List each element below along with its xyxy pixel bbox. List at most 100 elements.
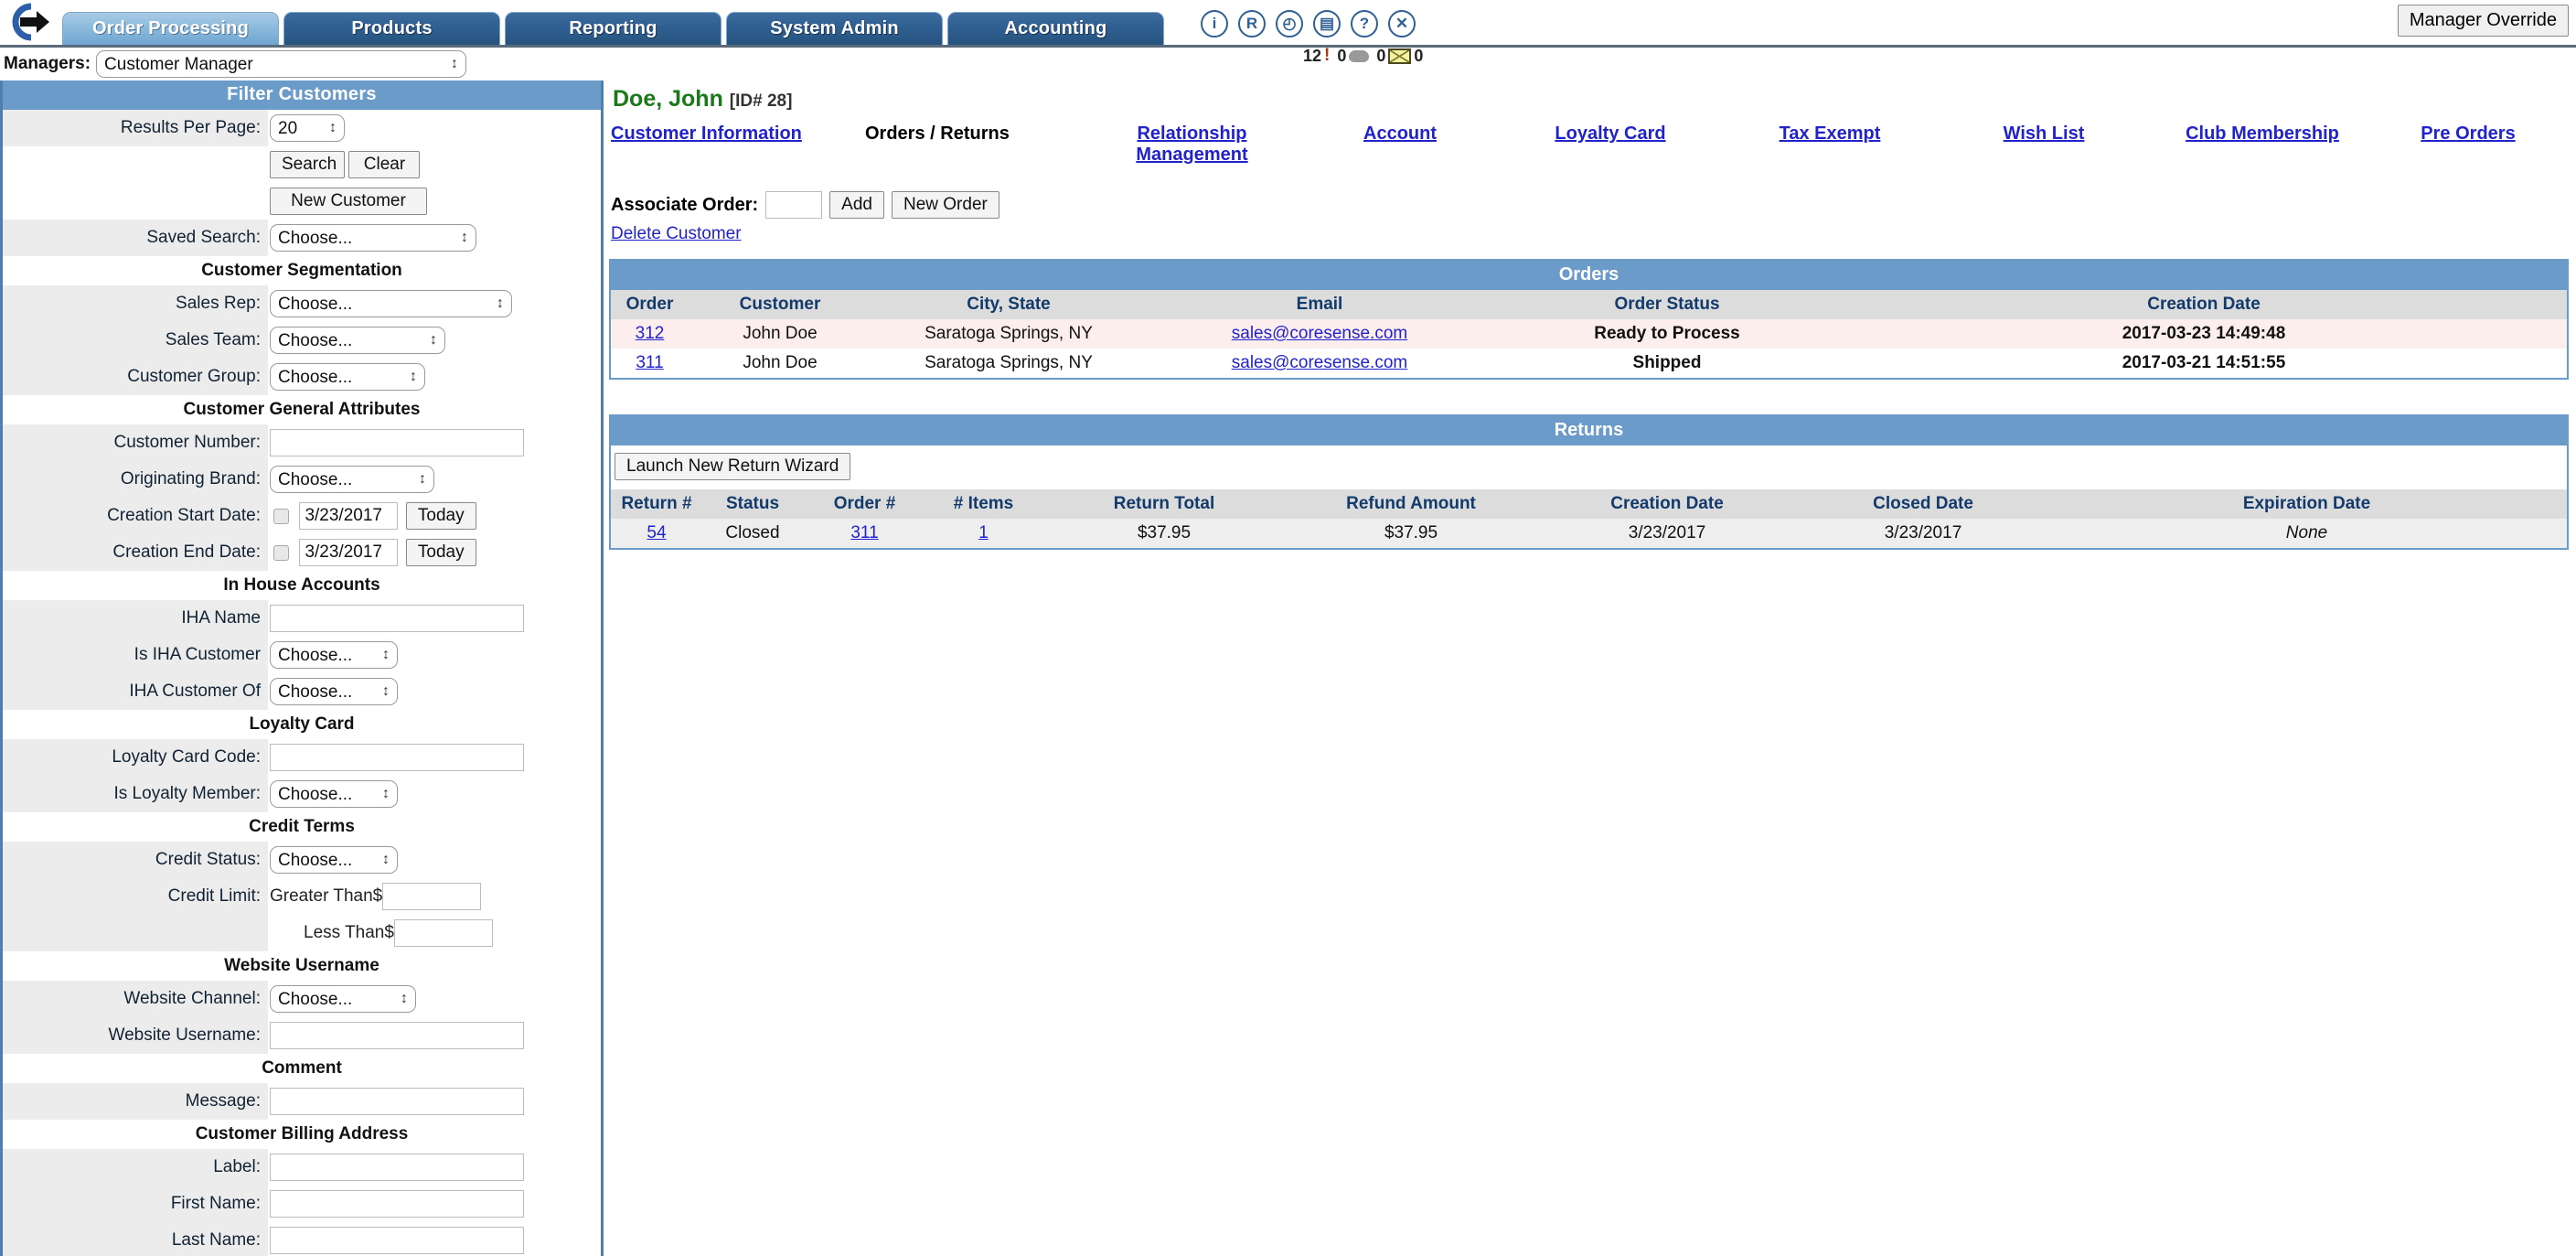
new-order-button[interactable]: New Order bbox=[891, 191, 999, 219]
customer-number-value-cell bbox=[268, 424, 601, 461]
form-row-search-buttons: Search Clear bbox=[3, 146, 601, 183]
loyalty-card-code-input[interactable] bbox=[270, 744, 524, 771]
returns-cell-status: Closed bbox=[702, 519, 803, 548]
sales-team-label: Sales Team: bbox=[3, 322, 268, 359]
help-icon[interactable]: ? bbox=[1351, 10, 1378, 38]
last-name-input[interactable] bbox=[270, 1227, 524, 1254]
clock-icon[interactable]: ◴ bbox=[1276, 10, 1303, 38]
customer-detail-panel: Doe, John [ID# 28] Customer Information … bbox=[604, 81, 2576, 550]
orders-cell-email: sales@coresense.com bbox=[1146, 349, 1493, 378]
add-order-button[interactable]: Add bbox=[829, 191, 884, 219]
form-row-website-channel: Website Channel: Choose... bbox=[3, 981, 601, 1017]
return-link[interactable]: 54 bbox=[647, 523, 666, 542]
mail-counter[interactable]: 0 0 bbox=[1376, 47, 1423, 66]
form-row-creation-end-date: Creation End Date: Today bbox=[3, 534, 601, 571]
website-channel-select[interactable]: Choose... bbox=[270, 985, 416, 1013]
tab-customer-information[interactable]: Customer Information bbox=[611, 123, 802, 144]
order-email-link[interactable]: sales@coresense.com bbox=[1232, 353, 1407, 372]
tab-relationship-management[interactable]: Relationship Management bbox=[1136, 123, 1247, 165]
managers-select-wrap: Customer Manager bbox=[91, 50, 467, 78]
new-customer-button[interactable]: New Customer bbox=[270, 188, 427, 215]
credit-limit-greater-than-input[interactable] bbox=[382, 883, 482, 910]
form-row-iha-customer-of: IHA Customer Of Choose... bbox=[3, 673, 601, 710]
saved-search-select[interactable]: Choose... bbox=[270, 224, 476, 252]
new-customer-cell: New Customer bbox=[268, 183, 601, 220]
return-order-link[interactable]: 311 bbox=[850, 523, 878, 542]
customer-group-value-cell: Choose... bbox=[268, 359, 601, 395]
info-icon[interactable]: i bbox=[1201, 10, 1228, 38]
tab-orders-returns[interactable]: Orders / Returns bbox=[865, 123, 1010, 144]
orders-section-title: Orders bbox=[611, 261, 2567, 290]
results-per-page-select[interactable]: 20 bbox=[270, 114, 345, 142]
website-username-value-cell bbox=[268, 1017, 601, 1054]
form-row-is-iha-customer: Is IHA Customer Choose... bbox=[3, 637, 601, 673]
order-link[interactable]: 311 bbox=[636, 353, 663, 372]
is-iha-customer-select[interactable]: Choose... bbox=[270, 641, 398, 669]
returns-col-items: # Items bbox=[926, 489, 1041, 519]
creation-end-date-today-button[interactable]: Today bbox=[405, 539, 476, 566]
launch-new-return-wizard-button[interactable]: Launch New Return Wizard bbox=[615, 453, 851, 480]
last-name-label: Last Name: bbox=[3, 1222, 268, 1256]
nav-tab-products[interactable]: Products bbox=[283, 12, 500, 45]
alerts-counter[interactable]: 12 ! bbox=[1303, 46, 1330, 66]
customer-number-input[interactable] bbox=[270, 429, 524, 456]
returns-col-creation-date: Creation Date bbox=[1534, 489, 1800, 519]
section-customer-segmentation: Customer Segmentation bbox=[3, 256, 601, 285]
orders-cell-city-state: Saratoga Springs, NY bbox=[871, 349, 1146, 378]
is-loyalty-member-select[interactable]: Choose... bbox=[270, 780, 398, 808]
tab-tax-exempt[interactable]: Tax Exempt bbox=[1780, 123, 1881, 144]
tab-wish-list[interactable]: Wish List bbox=[2004, 123, 2085, 144]
first-name-input[interactable] bbox=[270, 1190, 524, 1218]
website-username-input[interactable] bbox=[270, 1022, 524, 1049]
managers-select[interactable]: Customer Manager bbox=[96, 50, 467, 78]
billing-label-input[interactable] bbox=[270, 1154, 524, 1181]
returns-cell-order-no: 311 bbox=[803, 519, 926, 548]
tab-loyalty-card[interactable]: Loyalty Card bbox=[1555, 123, 1665, 144]
order-email-link[interactable]: sales@coresense.com bbox=[1232, 324, 1407, 343]
sales-rep-select[interactable]: Choose... bbox=[270, 290, 512, 317]
nav-tab-accounting[interactable]: Accounting bbox=[947, 12, 1164, 45]
registered-icon[interactable]: R bbox=[1238, 10, 1266, 38]
sales-team-select[interactable]: Choose... bbox=[270, 327, 445, 354]
close-icon[interactable]: ✕ bbox=[1388, 10, 1416, 38]
clear-button[interactable]: Clear bbox=[348, 151, 421, 178]
tab-account[interactable]: Account bbox=[1363, 123, 1437, 144]
creation-start-date-today-button[interactable]: Today bbox=[405, 502, 476, 530]
manager-override-button[interactable]: Manager Override bbox=[2397, 5, 2569, 37]
form-row-loyalty-card-code: Loyalty Card Code: bbox=[3, 739, 601, 776]
orders-cell-order: 312 bbox=[611, 319, 689, 349]
returns-col-order-no: Order # bbox=[803, 489, 926, 519]
nav-tab-system-admin[interactable]: System Admin bbox=[726, 12, 943, 45]
section-website-username-row: Website Username bbox=[3, 951, 601, 981]
chat-counter[interactable]: 0 bbox=[1337, 47, 1370, 66]
message-input[interactable] bbox=[270, 1088, 524, 1115]
tab-account-wrap: Account bbox=[1299, 123, 1501, 145]
returns-toolbar: Launch New Return Wizard bbox=[611, 446, 2567, 489]
form-row-customer-number: Customer Number: bbox=[3, 424, 601, 461]
order-link[interactable]: 312 bbox=[636, 324, 665, 343]
iha-name-input[interactable] bbox=[270, 605, 524, 632]
search-button[interactable]: Search bbox=[270, 151, 345, 178]
iha-customer-of-select[interactable]: Choose... bbox=[270, 678, 398, 705]
originating-brand-select[interactable]: Choose... bbox=[270, 466, 434, 493]
creation-start-date-input[interactable] bbox=[299, 502, 399, 530]
nav-tab-reporting[interactable]: Reporting bbox=[505, 12, 721, 45]
creation-end-date-checkbox[interactable] bbox=[273, 545, 289, 562]
nav-tab-order-processing[interactable]: Order Processing bbox=[62, 12, 279, 45]
monitor-icon[interactable]: ▤ bbox=[1313, 10, 1341, 38]
tab-pre-orders[interactable]: Pre Orders bbox=[2421, 123, 2515, 144]
delete-customer-link[interactable]: Delete Customer bbox=[611, 224, 742, 243]
credit-status-select[interactable]: Choose... bbox=[270, 846, 398, 874]
customer-group-select[interactable]: Choose... bbox=[270, 363, 425, 391]
tab-club-membership[interactable]: Club Membership bbox=[2186, 123, 2339, 144]
is-loyalty-member-label: Is Loyalty Member: bbox=[3, 776, 268, 812]
orders-cell-customer: John Doe bbox=[689, 319, 871, 349]
associate-order-input[interactable] bbox=[765, 191, 823, 219]
creation-end-date-input[interactable] bbox=[299, 539, 399, 566]
credit-limit-less-than-input[interactable] bbox=[393, 919, 493, 947]
form-row-last-name: Last Name: bbox=[3, 1222, 601, 1256]
exclamation-icon: ! bbox=[1324, 46, 1331, 65]
creation-start-date-checkbox[interactable] bbox=[273, 509, 289, 525]
return-items-link[interactable]: 1 bbox=[978, 523, 989, 542]
first-name-label: First Name: bbox=[3, 1186, 268, 1222]
